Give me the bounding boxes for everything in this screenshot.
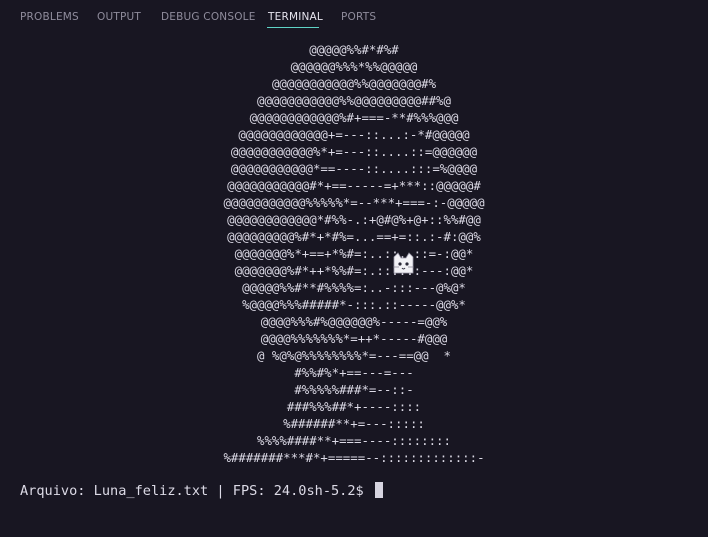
ascii-art-line: ###%%%##*+----:::: [286,399,422,414]
cat-face-icon [393,252,414,274]
ascii-art-line: @ %@%@%%%%%%%%*=---==@@ * [257,348,451,363]
ascii-art-line: @@@@@@@@@@@#*+==-----=+***::@@@@@# [227,178,481,193]
ascii-art-line: @@@@%%%%%%%*=++*-----#@@@ [260,331,448,346]
ascii-art-line: %%%%####**+===----:::::::: [257,433,451,448]
ascii-art-line: %@@@@%%%#####*-:::.::-----@@%* [242,297,466,312]
terminal-cursor [374,482,383,498]
ascii-art-line: @@@@@@@@@@@@+=---::...:-*#@@@@@ [238,127,470,142]
ascii-art-line: @@@@@@@@@@@%%@@@@@@@@@##%@ [257,93,451,108]
ascii-art-line: %######**+=---::::: [283,416,425,431]
ascii-art-line: #%%#%*+==---=--- [294,365,414,380]
ascii-art-line: @@@@@@@@@@@%%@@@@@@@#% [271,76,437,91]
ascii-art-line: @@@@@@@@@@@@*#%%-.:+@#@%+@+::%%#@@ [227,212,481,227]
tab-problems[interactable]: PROBLEMS [20,11,79,23]
panel-tab-bar: PROBLEMS OUTPUT DEBUG CONSOLE TERMINAL P… [0,0,708,34]
ascii-art-line: %#######***#*+=====--:::::::::::::- [223,450,485,465]
ascii-art-line: @@@@@@@@@@@@%#+===-**#%%%@@@ [249,110,459,125]
ascii-art-line: @@@@@@@@@@@%%%%%*=--***+===-:-@@@@@ [223,195,485,210]
active-tab-indicator [267,27,319,28]
tab-ports[interactable]: PORTS [341,11,376,23]
prompt-text: Arquivo: Luna_feliz.txt | FPS: 24.0sh-5.… [20,483,372,499]
ascii-art-line: @@@@@@@@@@@*==----::....:::=%@@@@ [230,161,478,176]
ascii-art-output: @@@@@%%#*#%# @@@@@@%%%*%%@@@@@ @@@@@@@@@@@… [0,41,708,466]
tab-output[interactable]: OUTPUT [97,11,141,23]
ascii-art-line: @@@@@%%#**#%%%%=:..-:::---@%@* [242,280,466,295]
ascii-art-line: @@@@@@@%*+==+*%#=:..::..::=-:@@* [234,246,474,261]
ascii-art-line: #%%%%%###*=--::- [294,382,414,397]
ascii-art-line: @@@@@@@%#*++*%%#=:.::::::---:@@* [234,263,474,278]
tab-terminal[interactable]: TERMINAL [268,11,323,23]
terminal-prompt[interactable]: Arquivo: Luna_feliz.txt | FPS: 24.0sh-5.… [20,482,383,500]
ascii-art-line: @@@@@@@@@%#*+*#%=...==+=::.:-#:@@% [227,229,481,244]
ascii-art-line: @@@@@@@@@@@%*+=---::....::=@@@@@@ [230,144,478,159]
ascii-art-line: @@@@@@%%%*%%@@@@@ [290,59,418,74]
ascii-art-line: @@@@@%%#*#%# [309,42,399,57]
terminal-panel: PROBLEMS OUTPUT DEBUG CONSOLE TERMINAL P… [0,0,708,537]
ascii-art-line: @@@@%%%#%@@@@@@%-----=@@% [260,314,448,329]
tab-debug-console[interactable]: DEBUG CONSOLE [161,11,256,23]
